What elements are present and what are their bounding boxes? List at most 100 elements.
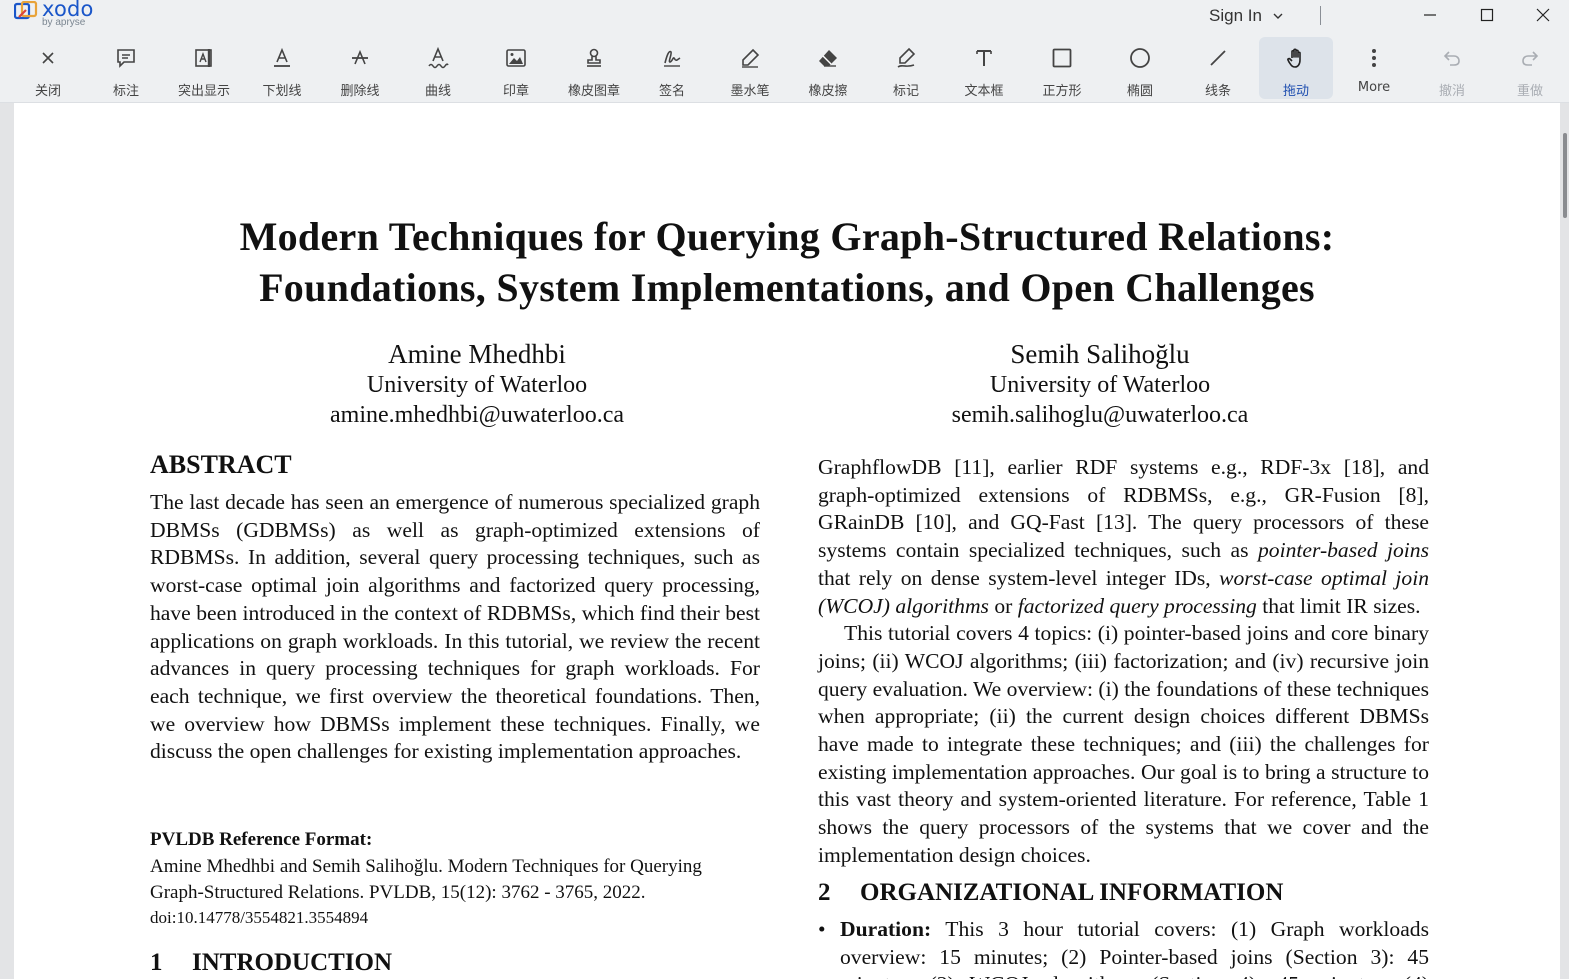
tool-label: 标记 (892, 84, 919, 99)
tool-label: 橡皮擦 (808, 84, 848, 99)
tool-label: 关闭 (34, 84, 61, 99)
vertical-scrollbar[interactable] (1563, 133, 1567, 218)
tool-label: 标注 (112, 84, 139, 99)
tool-underline[interactable]: 下划线 (245, 37, 319, 99)
maximize-icon (1480, 8, 1494, 22)
more-icon (1372, 49, 1376, 67)
image-icon (506, 49, 526, 67)
section-number: 1 (150, 949, 163, 976)
list-item-label: Duration: (840, 917, 932, 941)
tool-square[interactable]: 正方形 (1025, 37, 1099, 99)
section-number: 2 (818, 879, 831, 906)
tool-close[interactable]: 关闭 (11, 37, 85, 99)
text-run: or (988, 593, 1018, 618)
tool-label: 文本框 (964, 84, 1004, 99)
tool-ink-pen[interactable]: 墨水笔 (713, 37, 787, 99)
reference-doi: doi:10.14778/3554821.3554894 (150, 908, 369, 927)
tool-text-box[interactable]: 文本框 (947, 37, 1021, 99)
window-close-button[interactable] (1516, 0, 1569, 30)
bullet-icon: • (818, 917, 826, 941)
tool-label: 曲线 (424, 84, 451, 99)
stamp-icon (587, 48, 601, 67)
circle-icon (1130, 48, 1150, 68)
annotation-toolbar: 关闭 标注 突出显示 下划线 删除线 曲线 印章 橡皮图章 签名 墨水笔 橡皮擦 (0, 35, 1569, 103)
tool-label: 删除线 (340, 84, 380, 99)
sign-in-button[interactable]: Sign In (1209, 6, 1284, 26)
author-block-2: Semih Salihoğlu University of Waterloo s… (800, 338, 1400, 430)
abstract-heading: ABSTRACT (150, 450, 292, 479)
tool-more[interactable]: More (1337, 37, 1411, 99)
author-block-1: Amine Mhedhbi University of Waterloo ami… (177, 338, 777, 430)
comment-icon (117, 49, 135, 68)
underline-icon (274, 47, 290, 67)
document-viewer[interactable]: Modern Techniques for Querying Graph-Str… (0, 103, 1569, 979)
author-name: Amine Mhedhbi (388, 339, 566, 369)
list-item-duration: • Duration: This 3 hour tutorial covers:… (818, 916, 1429, 979)
tool-eraser[interactable]: 橡皮擦 (791, 37, 865, 99)
reference-heading: PVLDB Reference Format: (150, 829, 373, 850)
pen-icon (742, 48, 760, 68)
section-title: INTRODUCTION (192, 949, 393, 976)
tool-rubber-stamp[interactable]: 橡皮图章 (557, 37, 631, 99)
text-icon (976, 50, 992, 66)
hand-icon (1287, 48, 1301, 68)
paper-title-line-2: Foundations, System Implementations, and… (259, 265, 1315, 310)
logo-subtext: by apryse (42, 17, 86, 28)
minimize-button[interactable] (1403, 0, 1457, 30)
title-bar: xodo by apryse Sign In (0, 0, 1569, 35)
tool-highlight[interactable]: 突出显示 (167, 37, 241, 99)
strikethrough-icon (352, 49, 368, 65)
tool-label: 下划线 (262, 84, 302, 99)
close-icon (42, 52, 54, 64)
tool-label: 正方形 (1042, 84, 1082, 99)
tool-strikethrough[interactable]: 删除线 (323, 37, 397, 99)
tool-marker[interactable]: 标记 (869, 37, 943, 99)
line-icon (1210, 50, 1226, 66)
right-paragraph-2: This tutorial covers 4 topics: (i) point… (818, 621, 1429, 867)
abstract-paragraph: The last decade has seen an emergence of… (150, 490, 760, 764)
section-heading-introduction: 1 INTRODUCTION (150, 949, 392, 977)
section-title: ORGANIZATIONAL INFORMATION (860, 879, 1284, 906)
author-affiliation: University of Waterloo (989, 372, 1211, 398)
tool-line[interactable]: 线条 (1181, 37, 1255, 99)
eraser-icon (819, 50, 837, 67)
text-run: that rely on dense system-level integer … (818, 565, 1220, 590)
tool-undo[interactable]: 撤消 (1415, 37, 1489, 99)
tool-redo[interactable]: 重做 (1493, 37, 1567, 99)
chevron-down-icon (1273, 13, 1283, 19)
tool-comment[interactable]: 标注 (89, 37, 163, 99)
paper-title-line-1: Modern Techniques for Querying Graph-Str… (239, 214, 1335, 259)
xodo-logo-icon (14, 1, 38, 20)
tool-squiggly[interactable]: 曲线 (401, 37, 475, 99)
tool-label: 印章 (502, 84, 529, 99)
window-close-icon (1536, 8, 1550, 22)
tool-label: More (1357, 80, 1391, 95)
maximize-button[interactable] (1460, 0, 1514, 30)
tool-label: 线条 (1204, 84, 1231, 99)
text-emphasis: pointer-based joins (1258, 538, 1429, 563)
title-bar-divider (1320, 6, 1321, 25)
redo-icon (1522, 51, 1539, 66)
tool-label: 橡皮图章 (567, 84, 620, 99)
section-heading-organizational: 2 ORGANIZATIONAL INFORMATION (818, 879, 1283, 907)
sign-in-label: Sign In (1209, 6, 1262, 25)
squiggly-icon (428, 46, 449, 69)
tool-image-stamp[interactable]: 印章 (479, 37, 553, 99)
author-affiliation: University of Waterloo (366, 372, 588, 398)
tool-label: 墨水笔 (730, 84, 770, 99)
pdf-page: Modern Techniques for Querying Graph-Str… (14, 103, 1560, 979)
author-email: semih.salihoglu@uwaterloo.ca (951, 402, 1249, 428)
minimize-icon (1424, 14, 1436, 16)
right-column-text: GraphflowDB [11], earlier RDF systems e.… (818, 454, 1429, 870)
right-paragraph-1: GraphflowDB [11], earlier RDF systems e.… (818, 454, 1429, 620)
marker-icon (897, 47, 916, 68)
tool-pan[interactable]: 拖动 (1259, 37, 1333, 99)
reference-text: Amine Mhedhbi and Semih Salihoğlu. Moder… (150, 856, 702, 903)
abstract-text: The last decade has seen an emergence of… (150, 489, 760, 766)
tool-label: 突出显示 (177, 84, 230, 99)
square-icon (1052, 48, 1072, 68)
tool-label: 拖动 (1282, 84, 1309, 99)
tool-ellipse[interactable]: 椭圆 (1103, 37, 1177, 99)
author-name: Semih Salihoğlu (1010, 339, 1190, 369)
tool-signature[interactable]: 签名 (635, 37, 709, 99)
